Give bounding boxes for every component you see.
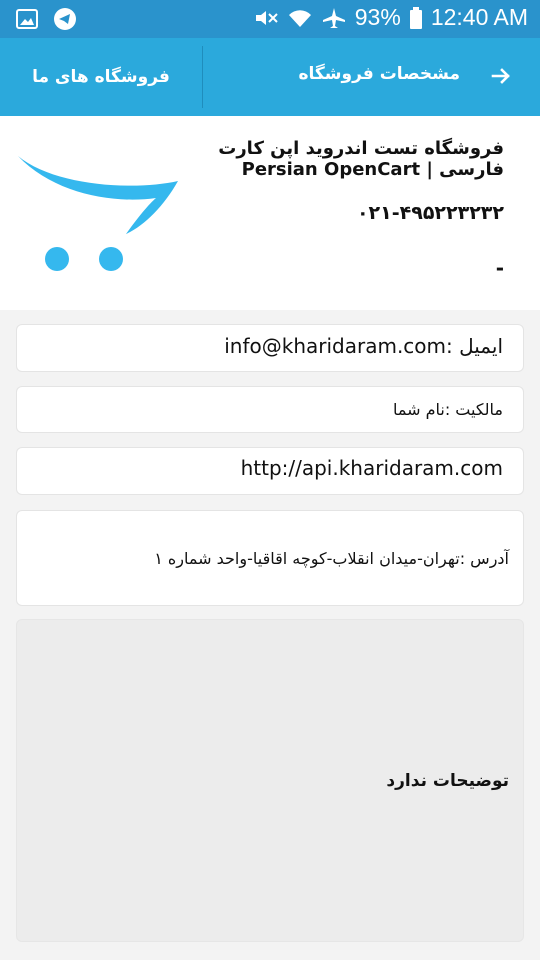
telegram-icon xyxy=(52,7,78,31)
store-header: فروشگاه تست اندروید اپن کارت فارسی | Per… xyxy=(0,116,540,310)
address-value: آدرس :تهران-میدان انقلاب-کوچه اقاقیا-واح… xyxy=(154,549,509,568)
status-bar: 93% 12:40 AM xyxy=(0,0,540,38)
arrow-icon[interactable] xyxy=(490,65,512,87)
owner-card: مالکیت :نام شما xyxy=(16,386,524,433)
toolbar: فروشگاه های ما مشخصات فروشگاه xyxy=(0,38,540,116)
battery-icon xyxy=(409,6,423,30)
store-extra: - xyxy=(495,256,504,280)
email-value: ایمیل :info@kharidaram.com xyxy=(224,334,503,358)
description-card: توضیحات ندارد xyxy=(16,619,524,942)
website-value: http://api.kharidaram.com xyxy=(240,456,503,480)
mute-icon xyxy=(253,6,279,30)
page-title: مشخصات فروشگاه xyxy=(298,64,460,84)
wifi-icon xyxy=(287,6,313,30)
website-card[interactable]: http://api.kharidaram.com xyxy=(16,447,524,495)
store-name: فروشگاه تست اندروید اپن کارت فارسی | Per… xyxy=(218,138,504,180)
toolbar-title-area: مشخصات فروشگاه xyxy=(203,38,540,116)
gallery-icon xyxy=(14,7,40,31)
email-card[interactable]: ایمیل :info@kharidaram.com xyxy=(16,324,524,372)
store-phone: ۰۲۱-۴۹۵۲۲۳۲۳۲ xyxy=(356,202,504,224)
our-stores-label: فروشگاه های ما xyxy=(32,67,170,87)
our-stores-button[interactable]: فروشگاه های ما xyxy=(0,38,202,116)
opencart-logo-icon xyxy=(14,146,184,276)
clock: 12:40 AM xyxy=(430,4,528,30)
owner-value: مالکیت :نام شما xyxy=(392,400,503,419)
address-card: آدرس :تهران-میدان انقلاب-کوچه اقاقیا-واح… xyxy=(16,510,524,606)
battery-percent: 93% xyxy=(354,4,401,30)
description-value: توضیحات ندارد xyxy=(386,771,509,791)
airplane-icon xyxy=(321,6,347,30)
